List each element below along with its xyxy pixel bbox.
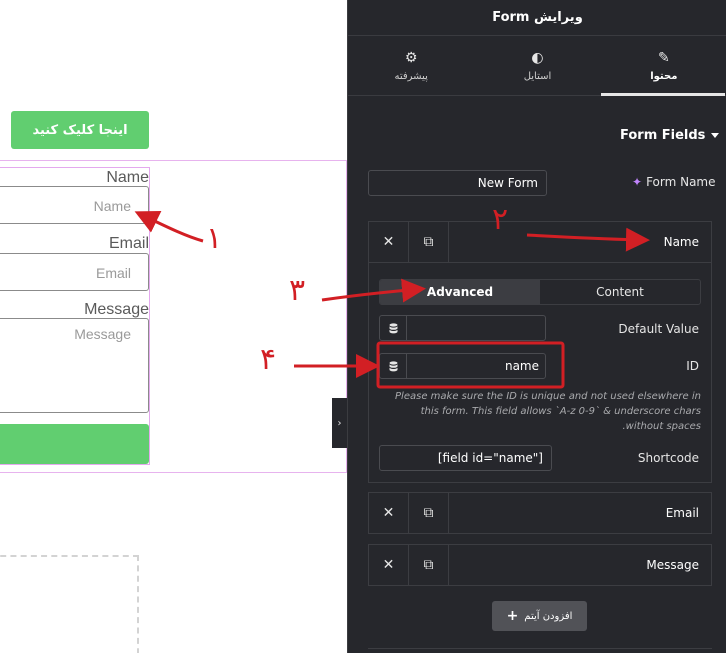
duplicate-item-icon[interactable]: ⧉: [409, 545, 449, 585]
collapse-panel-handle[interactable]: ›: [332, 398, 347, 448]
repeater-item-title: Message: [646, 558, 699, 572]
annotation-number-4: ۴: [260, 342, 277, 377]
repeater-item-email: ✕ ⧉ Email: [368, 492, 712, 534]
tab-advanced-label: پیشرفته: [394, 70, 428, 82]
divider: [368, 648, 712, 649]
sub-tab-content[interactable]: Content: [540, 280, 700, 304]
message-field-textarea[interactable]: Message: [0, 318, 149, 413]
form-name-label: ✦ Form Name: [632, 175, 716, 189]
half-circle-icon: ◐: [531, 49, 544, 66]
name-field-label: Name: [106, 169, 149, 186]
message-field-label: Message: [84, 301, 149, 318]
form-fields-section-toggle[interactable]: Form Fields: [620, 128, 720, 143]
add-item-button[interactable]: + افزودن آیتم: [492, 601, 587, 631]
tab-content[interactable]: ✎ محتوا: [600, 37, 726, 96]
sub-tab-advanced[interactable]: Advanced: [380, 280, 540, 304]
editor-panel: ویرایش Form ⚙ پیشرفته ◐ استایل ✎ محتوا F…: [347, 0, 726, 653]
id-label: ID: [686, 359, 699, 373]
add-item-label: افزودن آیتم: [524, 610, 573, 622]
dynamic-tags-icon[interactable]: [380, 354, 407, 378]
repeater-item-message: ✕ ⧉ Message: [368, 544, 712, 586]
ai-sparkle-icon[interactable]: ✦: [632, 175, 642, 189]
email-field-label: Email: [108, 235, 149, 252]
shortcode-input[interactable]: [field id="name"]: [379, 445, 552, 471]
repeater-item-header[interactable]: ✕ ⧉ Message: [369, 545, 711, 585]
id-value-text: name: [504, 359, 539, 373]
default-value-text: [407, 316, 545, 340]
tab-style-label: استایل: [523, 70, 552, 82]
database-icon: [389, 360, 397, 371]
repeater-item-title: Email: [665, 506, 699, 520]
repeater-item-title: Name: [663, 235, 699, 249]
email-field-input[interactable]: Email: [0, 253, 149, 291]
tab-advanced[interactable]: ⚙ پیشرفته: [348, 37, 474, 95]
annotation-number-1: ۱: [206, 221, 223, 256]
shortcode-label: Shortcode: [637, 451, 699, 465]
panel-title: ویرایش Form: [348, 0, 726, 36]
chevron-right-icon: ›: [337, 417, 342, 429]
duplicate-item-icon[interactable]: ⧉: [409, 222, 449, 262]
id-help-text: Please make sure the ID is unique and no…: [395, 391, 701, 432]
form-name-label-text: Form Name: [646, 175, 716, 189]
default-value-input[interactable]: [379, 315, 546, 341]
section-title-text: Form Fields: [620, 128, 706, 143]
click-here-button[interactable]: اینجا کلیک کنید: [11, 111, 149, 149]
database-icon: [389, 322, 397, 333]
divider: [369, 262, 711, 263]
pencil-icon: ✎: [657, 49, 670, 66]
gear-icon: ⚙: [404, 49, 418, 66]
preview-canvas: اینجا کلیک کنید Name Name Email Email Me…: [0, 0, 347, 653]
repeater-item-header[interactable]: ✕ ⧉ Name: [369, 222, 711, 262]
form-name-input[interactable]: New Form: [368, 170, 547, 196]
remove-item-icon[interactable]: ✕: [369, 545, 409, 585]
repeater-item-header[interactable]: ✕ ⧉ Email: [369, 493, 711, 533]
annotation-number-2: ۲: [492, 202, 509, 237]
plus-icon: +: [506, 608, 519, 624]
id-input[interactable]: name: [379, 353, 546, 379]
tab-style[interactable]: ◐ استایل: [474, 37, 600, 95]
tab-content-label: محتوا: [650, 70, 678, 82]
field-sub-tabs: Advanced Content: [379, 279, 701, 305]
repeater-item-name: ✕ ⧉ Name Advanced Content Default Value …: [368, 221, 712, 483]
panel-tabs: ⚙ پیشرفته ◐ استایل ✎ محتوا: [348, 37, 726, 96]
remove-item-icon[interactable]: ✕: [369, 222, 409, 262]
annotation-number-3: ۳: [289, 273, 306, 308]
caret-down-icon: [711, 133, 720, 138]
submit-button[interactable]: [0, 424, 149, 464]
default-value-label: Default Value: [618, 322, 699, 336]
duplicate-item-icon[interactable]: ⧉: [409, 493, 449, 533]
dynamic-tags-icon[interactable]: [380, 316, 407, 340]
name-field-input[interactable]: Name: [0, 186, 149, 224]
empty-drop-zone[interactable]: [0, 555, 139, 653]
remove-item-icon[interactable]: ✕: [369, 493, 409, 533]
